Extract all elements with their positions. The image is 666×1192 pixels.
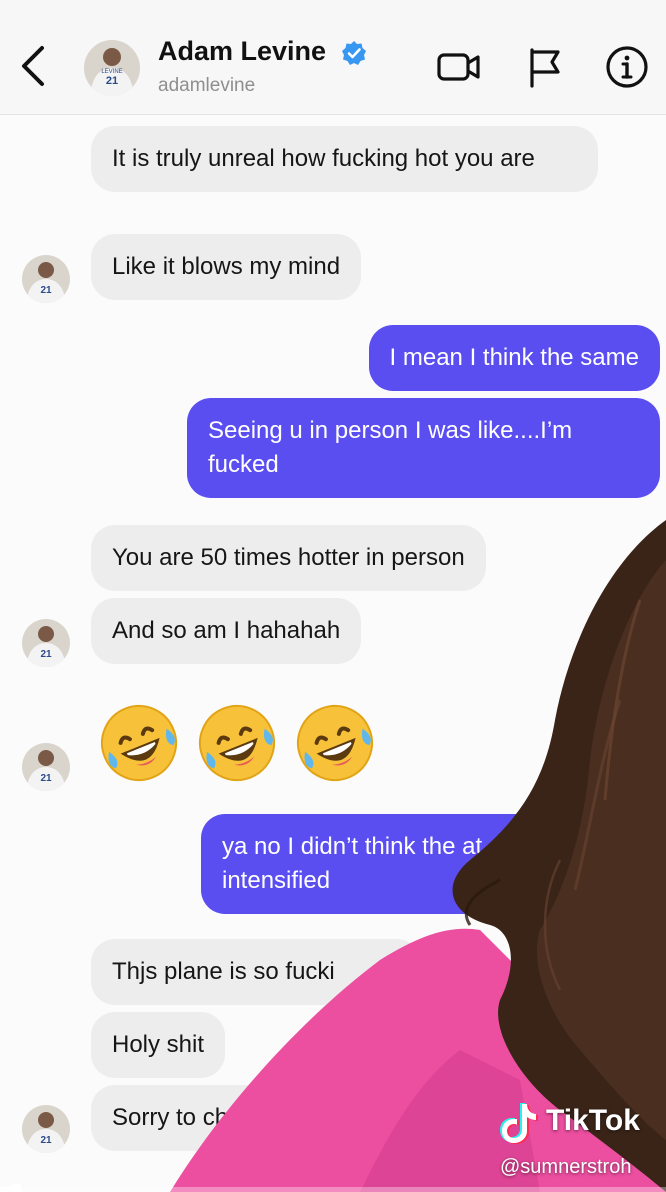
contact-avatar[interactable]: 21 xyxy=(22,619,70,667)
chat-header: 21 LEVINE Adam Levine adamlevine xyxy=(0,0,666,115)
rolling-laughing-emoji-icon xyxy=(101,705,177,781)
rolling-laughing-emoji-icon xyxy=(297,705,373,781)
svg-text:21: 21 xyxy=(40,649,52,660)
message-outgoing[interactable]: I mean I think the same xyxy=(368,325,660,391)
message-incoming[interactable]: And so am I hahahah xyxy=(91,598,362,664)
contact-avatar[interactable]: 21 xyxy=(22,743,70,791)
message-incoming[interactable]: You are 50 times hotter in person xyxy=(91,525,486,591)
back-arrow-icon[interactable] xyxy=(14,38,54,94)
video-progress-bar[interactable] xyxy=(0,1183,666,1192)
contact-avatar[interactable]: 21 xyxy=(22,1105,70,1153)
message-incoming[interactable]: Sorry to ch xyxy=(91,1085,331,1151)
message-outgoing[interactable]: ya no I didn’t think the at could be int… xyxy=(201,814,621,914)
contact-name[interactable]: Adam Levine xyxy=(158,36,326,67)
contact-avatar[interactable]: 21 xyxy=(22,255,70,303)
verified-badge-icon xyxy=(342,41,366,65)
svg-text:21: 21 xyxy=(40,1135,52,1146)
message-incoming[interactable]: Holy shit xyxy=(91,1012,226,1078)
video-progress-handle[interactable] xyxy=(10,1183,22,1192)
message-incoming[interactable]: It is truly unreal how fucking hot you a… xyxy=(91,126,598,192)
svg-text:21: 21 xyxy=(40,285,52,296)
contact-handle: adamlevine xyxy=(158,75,256,96)
creator-handle: @sumnerstroh xyxy=(500,1156,632,1178)
message-incoming[interactable]: Like it blows my mind xyxy=(91,234,362,300)
report-flag-icon[interactable] xyxy=(522,44,568,90)
message-thread[interactable]: It is truly unreal how fucking hot you a… xyxy=(0,115,666,1192)
rolling-laughing-emoji-icon xyxy=(199,705,275,781)
info-icon[interactable] xyxy=(604,44,650,90)
tiktok-wordmark: TikTok xyxy=(546,1104,640,1137)
svg-text:21: 21 xyxy=(106,75,118,87)
svg-text:21: 21 xyxy=(40,773,52,784)
svg-text:LEVINE: LEVINE xyxy=(101,69,122,75)
video-call-icon[interactable] xyxy=(436,44,482,90)
header-avatar[interactable]: 21 LEVINE xyxy=(84,40,140,96)
message-outgoing[interactable]: Seeing u in person I was like....I’m fuc… xyxy=(187,398,660,498)
message-incoming[interactable]: Thjs plane is so fucki xyxy=(91,939,421,1005)
tiktok-logo-icon xyxy=(500,1103,538,1144)
